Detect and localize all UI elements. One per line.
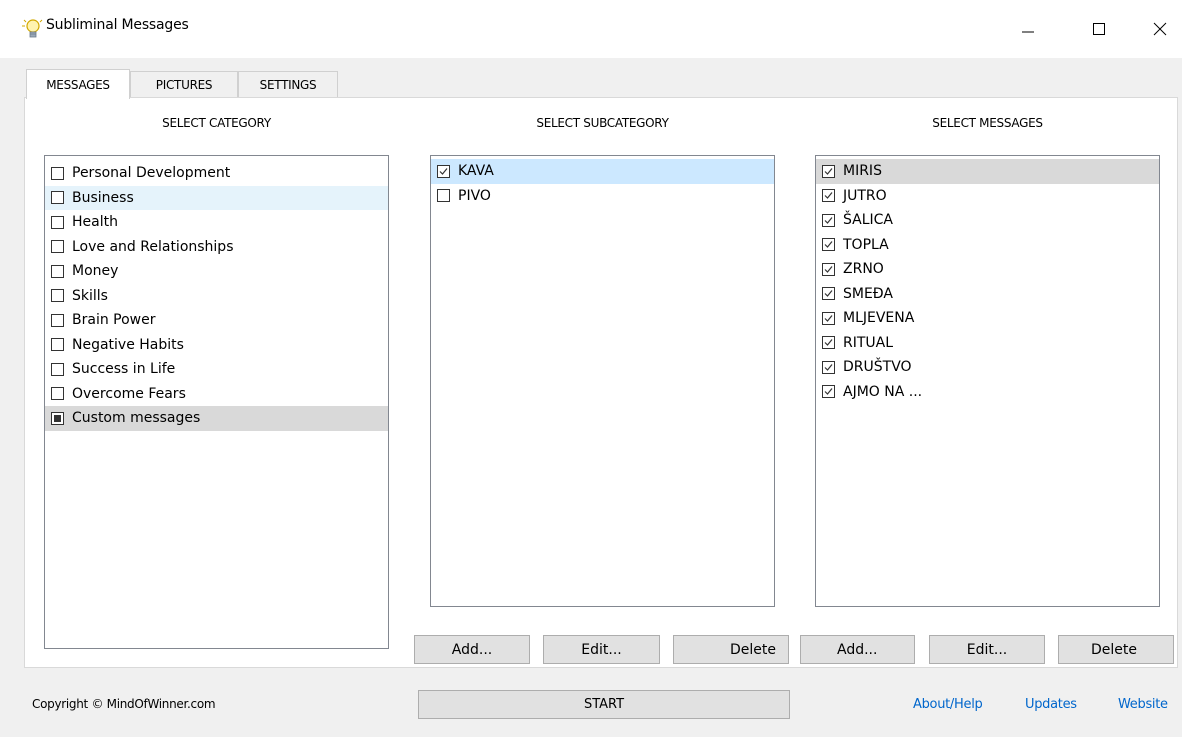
subcategory-heading: SELECT SUBCATEGORY (536, 116, 669, 130)
message-label: AJMO NA ... (843, 383, 923, 400)
message-item[interactable]: AJMO NA ... (816, 380, 1159, 405)
start-button[interactable]: START (418, 690, 790, 719)
message-item[interactable]: SMEĐA (816, 282, 1159, 307)
messages-delete-button[interactable]: Delete (1058, 635, 1174, 664)
checkbox-checked-icon[interactable] (822, 385, 835, 399)
message-label: JUTRO (843, 187, 887, 204)
title-bar: Subliminal Messages (0, 0, 1182, 58)
message-item[interactable]: ZRNO (816, 257, 1159, 282)
checkbox-checked-icon[interactable] (822, 311, 835, 325)
message-item[interactable]: ŠALICA (816, 208, 1159, 233)
category-heading: SELECT CATEGORY (162, 116, 271, 130)
message-item[interactable]: RITUAL (816, 331, 1159, 356)
subcategory-edit-button[interactable]: Edit... (543, 635, 660, 664)
subcategory-add-button[interactable]: Add... (414, 635, 530, 664)
close-icon (1153, 22, 1167, 36)
messages-heading: SELECT MESSAGES (932, 116, 1043, 130)
category-item[interactable]: Business (45, 185, 388, 210)
checkbox-icon[interactable] (437, 189, 450, 203)
website-link[interactable]: Website (1118, 697, 1168, 712)
message-label: MIRIS (843, 163, 882, 180)
checkbox-icon[interactable] (51, 215, 64, 229)
copyright-text: Copyright © MindOfWinner.com (32, 697, 216, 711)
category-item[interactable]: Overcome Fears (45, 382, 388, 407)
category-item[interactable]: Skills (45, 284, 388, 309)
checkbox-icon[interactable] (51, 264, 64, 278)
category-label: Skills (72, 287, 108, 304)
category-item[interactable]: Money (45, 259, 388, 284)
checkbox-icon[interactable] (51, 338, 64, 352)
lightbulb-icon (22, 17, 44, 41)
about-help-link[interactable]: About/Help (913, 697, 983, 712)
message-label: TOPLA (843, 236, 889, 253)
category-item[interactable]: Love and Relationships (45, 235, 388, 260)
minimize-icon (1021, 22, 1035, 36)
category-label: Overcome Fears (72, 385, 186, 402)
maximize-button[interactable] (1077, 10, 1121, 48)
message-item[interactable]: DRUŠTVO (816, 355, 1159, 380)
category-label: Health (72, 214, 118, 231)
message-label: MLJEVENA (843, 310, 915, 327)
category-item[interactable]: Brain Power (45, 308, 388, 333)
message-label: DRUŠTVO (843, 359, 912, 376)
category-label: Love and Relationships (72, 238, 234, 255)
subcategory-item[interactable]: PIVO (431, 184, 774, 209)
checkbox-checked-icon[interactable] (822, 189, 835, 203)
minimize-button[interactable] (1006, 10, 1050, 48)
subcategory-item[interactable]: KAVA (431, 159, 774, 184)
message-item[interactable]: MLJEVENA (816, 306, 1159, 331)
checkbox-icon[interactable] (51, 289, 64, 303)
message-label: SMEĐA (843, 285, 893, 302)
checkbox-icon[interactable] (51, 240, 64, 254)
messages-add-button[interactable]: Add... (800, 635, 915, 664)
maximize-icon (1092, 22, 1106, 36)
checkbox-checked-icon[interactable] (822, 262, 835, 276)
tab-settings[interactable]: SETTINGS (238, 71, 338, 97)
category-label: Success in Life (72, 361, 176, 378)
message-item[interactable]: JUTRO (816, 184, 1159, 209)
checkbox-checked-icon[interactable] (437, 164, 450, 178)
subcategory-delete-button[interactable]: Delete (673, 635, 789, 664)
message-label: ŠALICA (843, 212, 894, 229)
tab-pictures[interactable]: PICTURES (130, 71, 238, 97)
message-item[interactable]: MIRIS (816, 159, 1159, 184)
category-item[interactable]: Health (45, 210, 388, 235)
category-item[interactable]: Custom messages (45, 406, 388, 431)
message-item[interactable]: TOPLA (816, 233, 1159, 258)
category-list[interactable]: Personal Development Business Health Love a… (44, 155, 389, 649)
category-label: Money (72, 263, 119, 280)
checkbox-icon[interactable] (51, 362, 64, 376)
checkbox-checked-icon[interactable] (822, 238, 835, 252)
subcategory-label: PIVO (458, 187, 491, 204)
checkbox-icon[interactable] (51, 166, 64, 180)
category-item[interactable]: Negative Habits (45, 333, 388, 358)
tab-messages[interactable]: MESSAGES (26, 69, 130, 99)
category-label: Business (72, 189, 134, 206)
checkbox-icon[interactable] (51, 313, 64, 327)
message-label: RITUAL (843, 334, 894, 351)
close-button[interactable] (1138, 10, 1182, 48)
checkbox-checked-icon[interactable] (822, 360, 835, 374)
checkbox-checked-icon[interactable] (822, 336, 835, 350)
checkbox-checked-icon[interactable] (822, 213, 835, 227)
checkbox-checked-icon[interactable] (822, 164, 835, 178)
category-label: Personal Development (72, 165, 231, 182)
messages-list[interactable]: MIRIS JUTRO ŠALICA TOPLA ZRNO SMEĐA MLJEVENA RI… (815, 155, 1160, 607)
messages-edit-button[interactable]: Edit... (929, 635, 1045, 664)
category-label: Brain Power (72, 312, 156, 329)
subcategory-label: KAVA (458, 163, 494, 180)
category-item[interactable]: Success in Life (45, 357, 388, 382)
category-label: Custom messages (72, 410, 201, 427)
window-title: Subliminal Messages (46, 17, 189, 33)
category-label: Negative Habits (72, 336, 184, 353)
subcategory-list[interactable]: KAVA PIVO (430, 155, 775, 607)
message-label: ZRNO (843, 261, 884, 278)
updates-link[interactable]: Updates (1025, 697, 1077, 712)
category-item[interactable]: Personal Development (45, 161, 388, 186)
checkbox-partial-icon[interactable] (51, 411, 64, 425)
checkbox-icon[interactable] (51, 387, 64, 401)
checkbox-icon[interactable] (51, 191, 64, 205)
checkbox-checked-icon[interactable] (822, 287, 835, 301)
